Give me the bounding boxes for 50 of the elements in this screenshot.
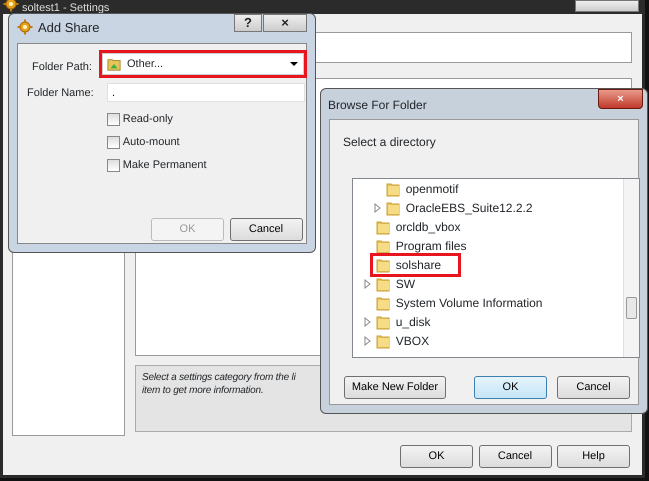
folder-icon: [386, 200, 400, 216]
tree-item[interactable]: solshare: [373, 256, 458, 274]
folder-icon: [376, 276, 390, 292]
folder-icon: [386, 180, 400, 196]
window-title: soltest1 - Settings: [22, 3, 110, 15]
tree-item[interactable]: openmotif: [383, 180, 475, 198]
folder-icon: [376, 218, 390, 234]
field-label: Folder Path:: [32, 60, 92, 75]
tree-item[interactable]: OracleEBS_Suite12.2.2: [383, 198, 549, 216]
tree-item[interactable]: VBOX: [373, 332, 446, 350]
dialog-button[interactable]: OK: [474, 376, 547, 399]
dialog-button[interactable]: Help: [557, 445, 630, 468]
folder-icon: [376, 294, 390, 310]
folder-path-dropdown[interactable]: Other...: [102, 53, 304, 75]
dialog-title: Browse For Folder: [328, 97, 427, 114]
checkbox[interactable]: [107, 112, 120, 126]
checkbox-label: Auto-mount: [122, 135, 180, 150]
info-text: item to get more information.: [142, 384, 264, 397]
field-label: Folder Name:: [27, 86, 94, 101]
folder-icon: [376, 256, 390, 272]
caret-icon: [289, 59, 299, 69]
help-button[interactable]: ?: [234, 14, 262, 32]
dialog-button[interactable]: OK: [400, 445, 473, 468]
folder-name-field[interactable]: .: [107, 83, 305, 102]
dialog-button[interactable]: Cancel: [478, 445, 552, 468]
dialog-button[interactable]: Cancel: [230, 218, 302, 241]
tree-item[interactable]: Program files: [373, 236, 483, 254]
gear-icon: [17, 19, 33, 35]
dropdown-value: Other...: [127, 56, 164, 72]
folder-icon: [376, 238, 390, 254]
tree-item[interactable]: System Volume Information: [373, 294, 559, 312]
folder-icon: [376, 332, 390, 348]
tree-item[interactable]: orcldb_vbox: [373, 218, 477, 236]
tree-item[interactable]: u_disk: [373, 312, 447, 330]
checkbox-label: Read-only: [122, 112, 173, 127]
folder-icon: [107, 56, 121, 72]
close-button[interactable]: ×: [263, 14, 307, 32]
dialog-button[interactable]: Cancel: [557, 376, 630, 399]
gear-icon: [3, 0, 19, 12]
checkbox-label: Make Permanent: [122, 158, 207, 173]
dialog-title: Add Share: [38, 19, 100, 37]
folder-icon: [376, 314, 390, 330]
info-text: Select a settings category from the li: [142, 371, 296, 384]
checkbox[interactable]: [107, 158, 120, 172]
scrollbar[interactable]: [623, 179, 639, 357]
tree-item[interactable]: SW: [373, 274, 432, 292]
close-button[interactable]: [575, 0, 639, 12]
dialog-button[interactable]: Make New Folder: [344, 376, 446, 399]
prompt-text: Select a directory: [343, 134, 436, 151]
checkbox[interactable]: [107, 136, 120, 149]
